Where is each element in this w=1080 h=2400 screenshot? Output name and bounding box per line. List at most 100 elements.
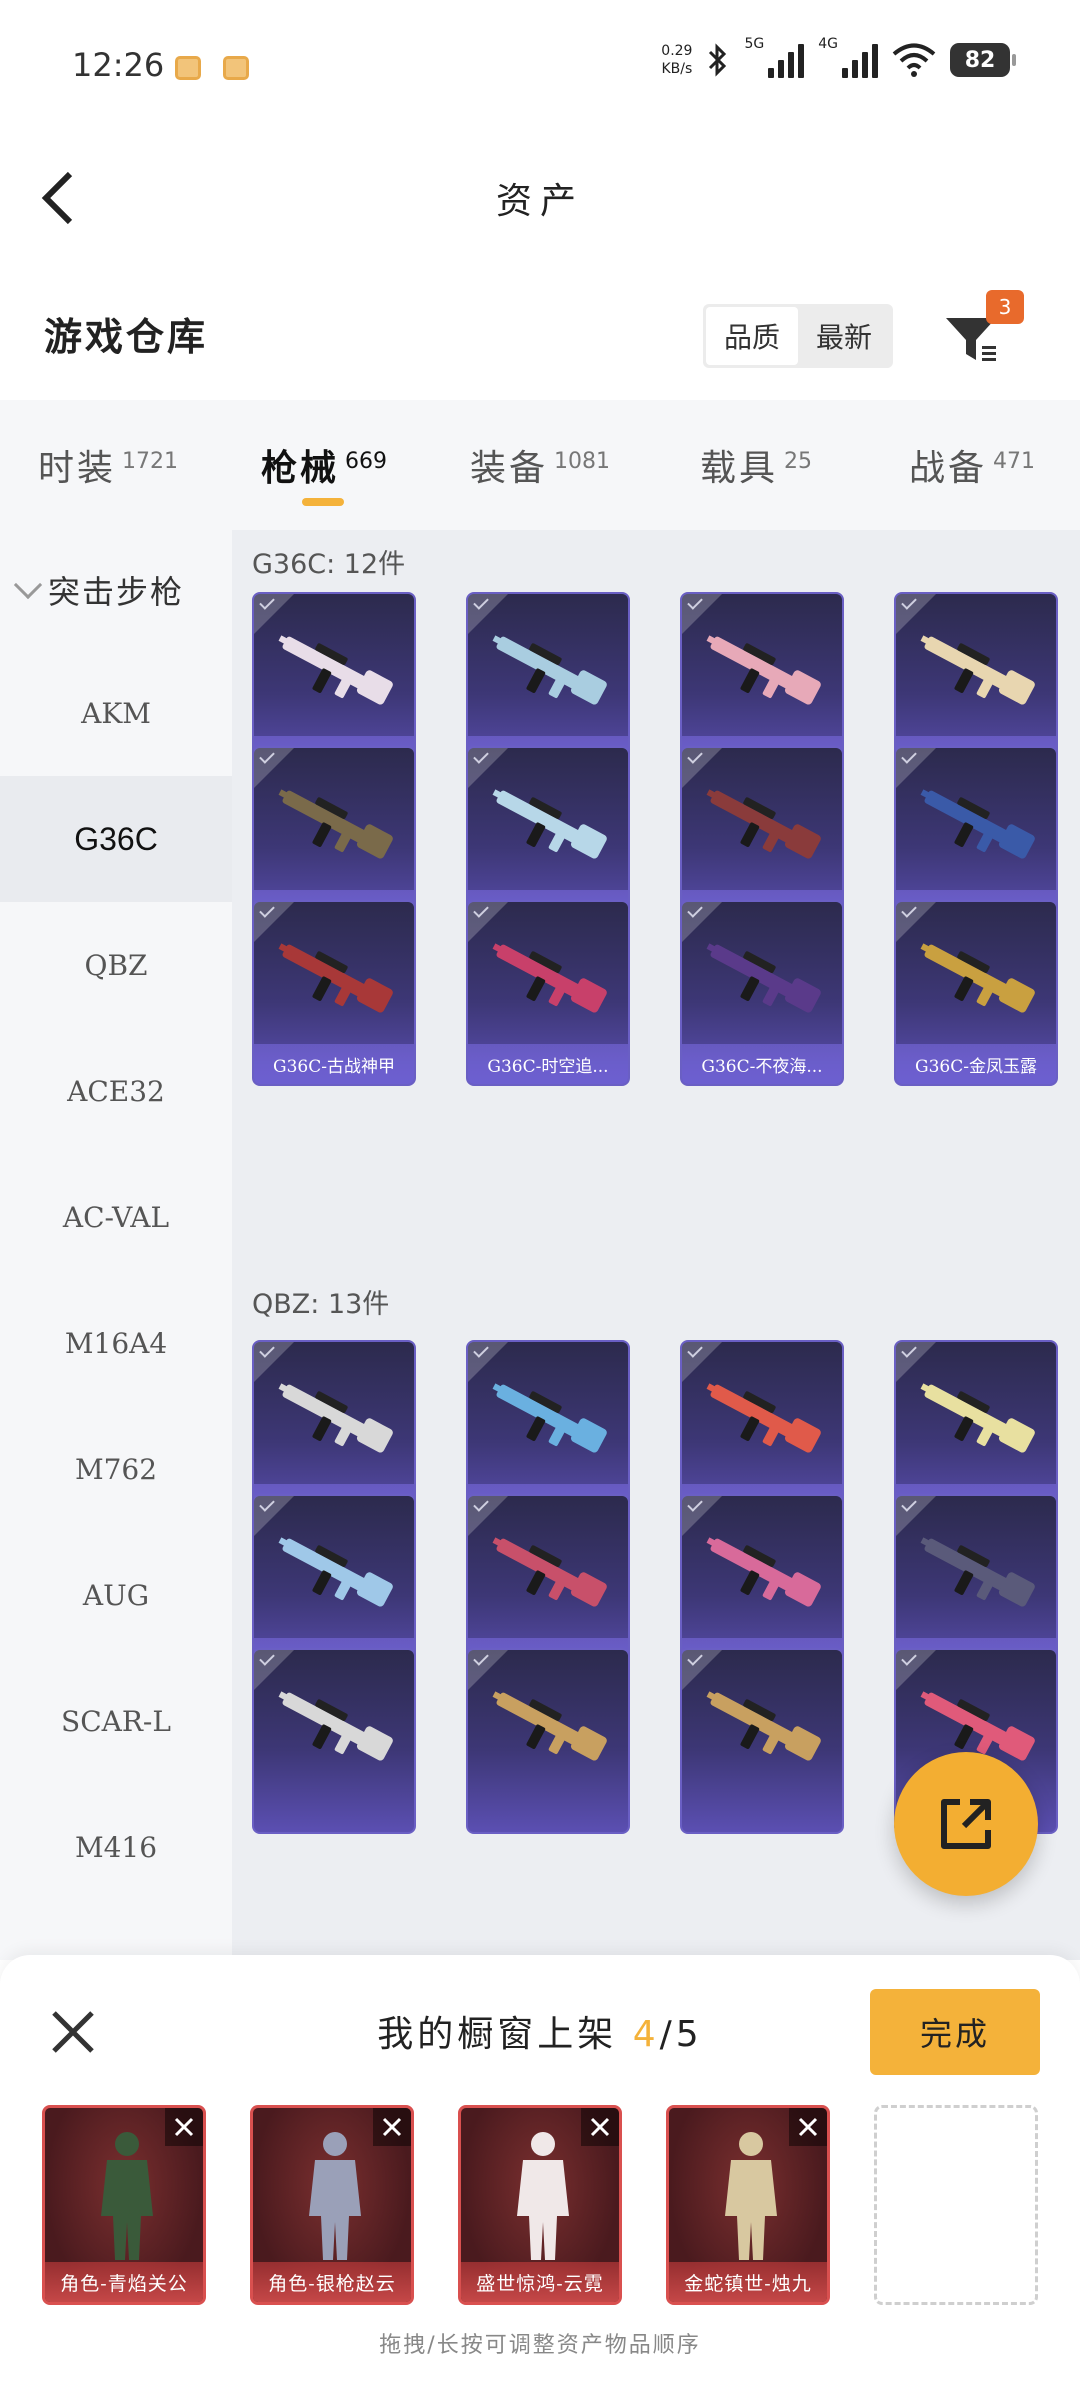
tab-label: 载具 xyxy=(699,448,778,489)
page-title: 资产 xyxy=(495,181,584,222)
tab-count: 25 xyxy=(784,448,812,474)
showcase-title-text: 我的橱窗上架 xyxy=(377,2014,618,2055)
showcase-total-count: /5 xyxy=(659,2014,703,2055)
showcase-item-name: 角色-银枪赵云 xyxy=(253,2262,411,2302)
gun-skin-name: G36C-不夜海... xyxy=(682,1044,842,1084)
rifle-skin-icon xyxy=(920,1537,1035,1607)
sidebar-item-m416[interactable]: M416 xyxy=(0,1784,232,1910)
share-icon xyxy=(941,1799,991,1849)
status-time: 12:26 xyxy=(72,46,165,84)
tab-fashion[interactable]: 时装 1721 xyxy=(0,400,216,530)
rifle-skin-icon xyxy=(278,789,393,859)
gun-skin-card[interactable]: G36C-金凤玉露 xyxy=(894,900,1058,1086)
signal-strength-icon xyxy=(842,42,878,78)
rifle-skin-icon xyxy=(278,1383,393,1453)
rifle-skin-icon xyxy=(920,943,1035,1013)
notification-icons xyxy=(175,56,249,80)
network-speed-value: 0.29 xyxy=(661,43,693,59)
rifle-skin-icon xyxy=(920,635,1035,705)
sidebar-item-qbz[interactable]: QBZ xyxy=(0,902,232,1028)
gun-skin-name: G36C-金凤玉露 xyxy=(896,1044,1056,1084)
bluetooth-icon xyxy=(709,43,727,77)
showcase-slot[interactable]: 金蛇镇世-烛九 xyxy=(666,2105,830,2305)
rifle-skin-icon xyxy=(706,1537,821,1607)
sidebar-item-akm[interactable]: AKM xyxy=(0,650,232,776)
showcase-current-count: 4 xyxy=(632,2014,660,2055)
group-title-qbz: QBZ: 13件 xyxy=(252,1289,390,1320)
sidebar-item-scar-l[interactable]: SCAR-L xyxy=(0,1658,232,1784)
rifle-skin-icon xyxy=(492,1383,607,1453)
gun-skin-card[interactable]: G36C-时空追... xyxy=(466,900,630,1086)
status-indicators: 0.29 KB/s 5G 4G 82 xyxy=(661,36,1016,78)
group-title-g36c: G36C: 12件 xyxy=(252,549,406,580)
status-bar: 12:26 0.29 KB/s 5G 4G 82 xyxy=(0,0,1080,130)
category-tabs: 时装 1721 枪械 669 装备 1081 载具 25 战备 471 xyxy=(0,400,1080,530)
battery-indicator: 82 xyxy=(950,43,1016,77)
share-button[interactable] xyxy=(894,1752,1038,1896)
network-speed-unit: KB/s xyxy=(661,61,693,77)
rifle-skin-icon xyxy=(278,1537,393,1607)
chevron-down-icon xyxy=(13,570,43,600)
tab-vehicles[interactable]: 载具 25 xyxy=(648,400,864,530)
filter-count-badge: 3 xyxy=(986,290,1024,324)
done-button[interactable]: 完成 xyxy=(870,1989,1040,2075)
signal-strength-icon xyxy=(768,42,805,78)
app-notification-icon xyxy=(175,56,201,80)
tab-count: 471 xyxy=(993,448,1035,474)
gun-skin-name: G36C-古战神甲 xyxy=(254,1044,414,1084)
reorder-hint: 拖拽/长按可调整资产物品顺序 xyxy=(379,2333,701,2358)
rifle-skin-icon xyxy=(706,789,821,859)
sort-toggle: 品质 最新 xyxy=(703,304,893,368)
rifle-skin-icon xyxy=(920,789,1035,859)
tab-guns[interactable]: 枪械 669 xyxy=(216,400,432,530)
showcase-item-name: 金蛇镇世-烛九 xyxy=(669,2262,827,2302)
rifle-skin-icon xyxy=(492,789,607,859)
gun-skin-card[interactable] xyxy=(680,1648,844,1834)
rifle-skin-icon xyxy=(492,1537,607,1607)
network-speed: 0.29 KB/s xyxy=(661,42,692,78)
tab-count: 669 xyxy=(345,448,387,474)
character-figure-icon xyxy=(101,2132,153,2260)
sort-quality-button[interactable]: 品质 xyxy=(706,307,798,365)
showcase-slot[interactable]: 盛世惊鸿-云霓 xyxy=(458,2105,622,2305)
signal-label-5g: 5G xyxy=(744,36,765,52)
item-grid: G36C: 12件 QBZ: 13件 G36C-灵驹仙姬G36C-霁蓝缠春G36… xyxy=(232,530,1080,1960)
tab-label: 战备 xyxy=(908,448,987,489)
rifle-skin-icon xyxy=(492,943,607,1013)
sidebar-item-ace32[interactable]: ACE32 xyxy=(0,1028,232,1154)
rifle-skin-icon xyxy=(706,635,821,705)
gun-skin-name: G36C-时空追... xyxy=(468,1044,628,1084)
character-figure-icon xyxy=(725,2132,777,2260)
tab-count: 1081 xyxy=(554,448,610,474)
rifle-skin-icon xyxy=(278,943,393,1013)
gun-skin-card[interactable]: G36C-古战神甲 xyxy=(252,900,416,1086)
sidebar-item-ac-val[interactable]: AC-VAL xyxy=(0,1154,232,1280)
gun-skin-card[interactable]: G36C-不夜海... xyxy=(680,900,844,1086)
showcase-panel: 我的橱窗上架 4/5 完成 角色-青焰关公 角色-银枪赵云 盛世惊鸿-云霓 金蛇镇世-… xyxy=(0,1955,1080,2400)
rifle-skin-icon xyxy=(278,1691,393,1761)
character-figure-icon xyxy=(517,2132,569,2260)
sidebar-item-g36c[interactable]: G36C xyxy=(0,776,232,902)
tab-supplies[interactable]: 战备 471 xyxy=(864,400,1080,530)
showcase-slot[interactable]: 角色-青焰关公 xyxy=(42,2105,206,2305)
rifle-skin-icon xyxy=(920,1383,1035,1453)
rifle-skin-icon xyxy=(706,1691,821,1761)
sidebar-item-m16a4[interactable]: M16A4 xyxy=(0,1280,232,1406)
rifle-skin-icon xyxy=(492,1691,607,1761)
showcase-empty-slot[interactable] xyxy=(874,2105,1038,2305)
showcase-slot[interactable]: 角色-银枪赵云 xyxy=(250,2105,414,2305)
gun-skin-card[interactable] xyxy=(252,1648,416,1834)
sort-newest-button[interactable]: 最新 xyxy=(798,307,890,365)
tab-equipment[interactable]: 装备 1081 xyxy=(432,400,648,530)
sidebar-item-m762[interactable]: M762 xyxy=(0,1406,232,1532)
rifle-skin-icon xyxy=(492,635,607,705)
tab-label: 枪械 xyxy=(260,448,339,489)
character-figure-icon xyxy=(309,2132,361,2260)
wifi-icon xyxy=(892,43,936,77)
sidebar-category-label: 突击步枪 xyxy=(48,573,185,611)
sidebar-category-assault-rifles[interactable]: 突击步枪 xyxy=(0,530,232,650)
gun-skin-card[interactable] xyxy=(466,1648,630,1834)
sidebar-item-aug[interactable]: AUG xyxy=(0,1532,232,1658)
rifle-skin-icon xyxy=(706,943,821,1013)
showcase-item-name: 盛世惊鸿-云霓 xyxy=(461,2262,619,2302)
